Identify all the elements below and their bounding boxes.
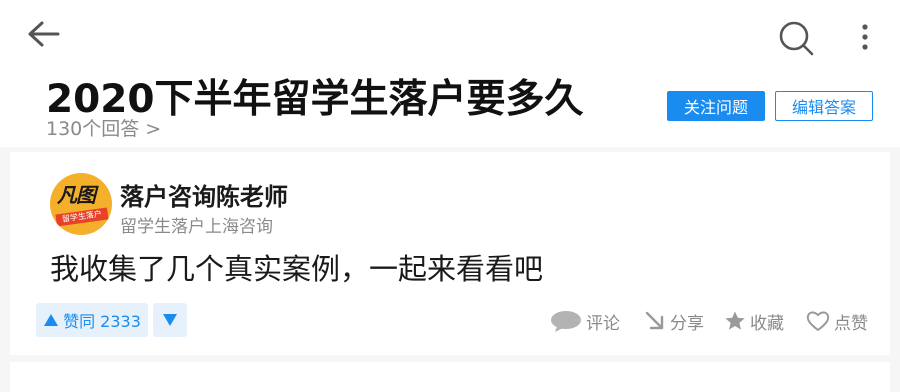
share-arrow-icon [645,311,664,330]
search-icon [779,21,814,56]
avatar[interactable]: 凡图 留学生落户 [50,173,112,235]
answer-count-link[interactable]: 130个回答 > [46,114,161,141]
author-name[interactable]: 落户咨询陈老师 [120,177,288,212]
more-button[interactable] [852,18,878,58]
comment-icon [551,311,581,332]
next-answer-card [10,362,890,392]
upvote-button[interactable]: 赞同 2333 [36,303,148,337]
comment-button[interactable]: 评论 [550,309,620,334]
triangle-down-icon [163,314,177,326]
edit-answer-button[interactable]: 编辑答案 [775,91,873,121]
more-vertical-icon [862,24,868,50]
answer-excerpt[interactable]: 我收集了几个真实案例，一起来看看吧 [50,246,543,288]
top-bar: 2020下半年留学生落户要多久 130个回答 > 关注问题 编辑答案 [0,0,900,147]
favorite-button[interactable]: 收藏 [724,309,784,334]
upvote-label: 赞同 2333 [63,312,141,331]
share-button[interactable]: 分享 [644,309,704,334]
author-bio: 留学生落户上海咨询 [120,217,273,237]
follow-question-button[interactable]: 关注问题 [667,91,765,121]
answer-card: 凡图 留学生落户 落户咨询陈老师 留学生落户上海咨询 我收集了几个真实案例，一起… [10,152,890,355]
search-button[interactable] [774,16,818,60]
arrow-left-icon [28,21,60,47]
comment-label: 评论 [586,313,620,334]
thanks-label: 点赞 [834,313,868,334]
favorite-label: 收藏 [750,313,784,334]
downvote-button[interactable] [153,303,187,337]
heart-icon [806,311,830,331]
triangle-up-icon [44,314,59,326]
back-button[interactable] [24,16,64,56]
thanks-button[interactable]: 点赞 [806,309,868,334]
share-label: 分享 [670,313,704,334]
star-icon [725,311,745,330]
avatar-ribbon-text: 留学生落户 [55,207,109,227]
avatar-logo-text: 凡图 [57,183,96,207]
